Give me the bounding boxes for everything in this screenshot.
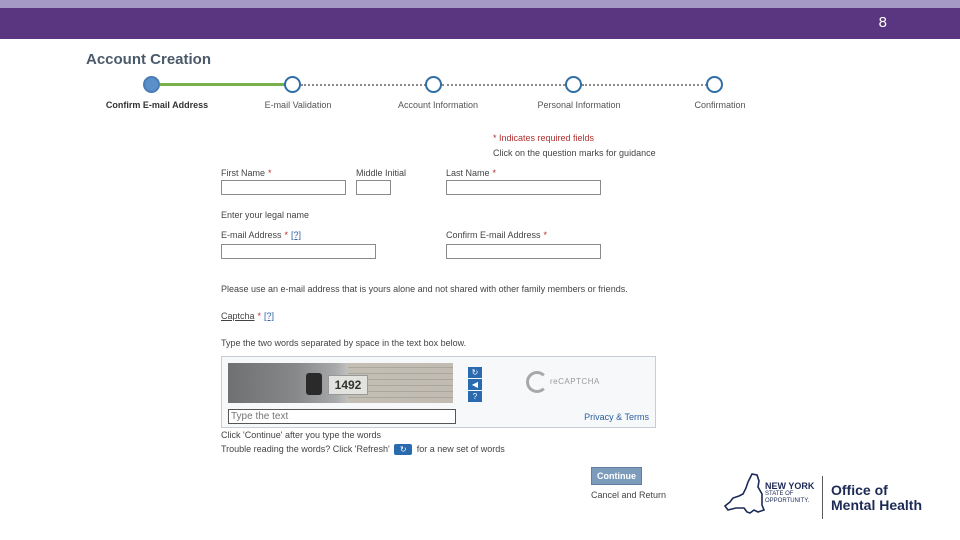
captcha-instruction: Type the two words separated by space in…: [221, 338, 467, 348]
last-name-label: Last Name *: [446, 168, 497, 178]
required-marker: *: [492, 168, 497, 178]
step-label-confirmation: Confirmation: [694, 100, 746, 110]
required-fields-note: * Indicates required fields: [493, 133, 595, 143]
step-label-confirm-email: Confirm E-mail Address: [105, 100, 209, 110]
trouble-reading-hint: Trouble reading the words? Click 'Refres…: [221, 444, 505, 456]
slide-number: 8: [878, 14, 887, 31]
step-dot-confirm-email: [143, 76, 160, 93]
progress-line-complete: [160, 83, 292, 86]
progress-wizard: Confirm E-mail Address E-mail Validation…: [86, 76, 766, 112]
refresh-icon[interactable]: ↻: [394, 444, 413, 456]
email-help-link[interactable]: [?]: [291, 230, 301, 240]
captcha-help-link[interactable]: [?]: [264, 311, 274, 321]
header-accent-strip: [0, 0, 960, 8]
required-marker: *: [543, 230, 548, 240]
captcha-image-lamp: [306, 373, 322, 395]
new-york-state-map-icon: [724, 473, 766, 514]
confirm-email-label: Confirm E-mail Address *: [446, 230, 548, 240]
logo-divider: [822, 476, 823, 519]
step-label-personal-information: Personal Information: [537, 100, 621, 110]
captcha-input[interactable]: [228, 409, 456, 424]
legal-name-hint: Enter your legal name: [221, 210, 310, 220]
captcha-image-text: 1492: [328, 375, 368, 395]
middle-initial-label: Middle Initial: [356, 168, 407, 178]
first-name-label: First Name *: [221, 168, 272, 178]
continue-hint: Click 'Continue' after you type the word…: [221, 430, 382, 440]
captcha-label: Captcha * [?]: [221, 311, 275, 321]
last-name-input[interactable]: [446, 180, 601, 195]
step-dot-account-information: [425, 76, 442, 93]
progress-line-pending: [301, 84, 433, 86]
captcha-help-icon[interactable]: ?: [468, 391, 482, 402]
progress-line-pending: [442, 84, 573, 86]
email-label: E-mail Address * [?]: [221, 230, 302, 240]
middle-initial-input[interactable]: [356, 180, 391, 195]
captcha-audio-icon[interactable]: ◀: [468, 379, 482, 390]
required-marker: *: [268, 168, 272, 178]
captcha-refresh-icon[interactable]: ↻: [468, 367, 482, 378]
cancel-and-return-link[interactable]: Cancel and Return: [591, 490, 666, 500]
guidance-note: Click on the question marks for guidance: [493, 148, 656, 158]
confirm-email-input[interactable]: [446, 244, 601, 259]
required-marker: *: [257, 311, 262, 321]
recaptcha-logo-icon: [526, 371, 548, 393]
nys-omh-logo: NEW YORK STATE OF OPPORTUNITY. Office of…: [722, 470, 937, 525]
step-label-account-information: Account Information: [397, 100, 479, 110]
omh-wordmark: Office of Mental Health: [831, 482, 923, 513]
page-title: Account Creation: [86, 51, 212, 68]
continue-button[interactable]: Continue: [591, 467, 642, 485]
email-notice: Please use an e-mail address that is you…: [221, 284, 628, 294]
step-dot-confirmation: [706, 76, 723, 93]
step-label-email-validation: E-mail Validation: [264, 100, 332, 110]
recaptcha-logo: reCAPTCHA: [526, 371, 600, 393]
step-dot-email-validation: [284, 76, 301, 93]
first-name-input[interactable]: [221, 180, 346, 195]
email-input[interactable]: [221, 244, 376, 259]
recaptcha-widget: 1492 ↻ ◀ ? reCAPTCHA Privacy & Terms: [221, 356, 656, 428]
nys-wordmark: NEW YORK STATE OF OPPORTUNITY.: [765, 481, 815, 505]
privacy-terms-link[interactable]: Privacy & Terms: [584, 412, 649, 422]
step-dot-personal-information: [565, 76, 582, 93]
required-marker: *: [284, 230, 289, 240]
captcha-image: 1492: [228, 363, 453, 403]
header-bar: 8: [0, 8, 960, 39]
progress-line-pending: [582, 84, 714, 86]
